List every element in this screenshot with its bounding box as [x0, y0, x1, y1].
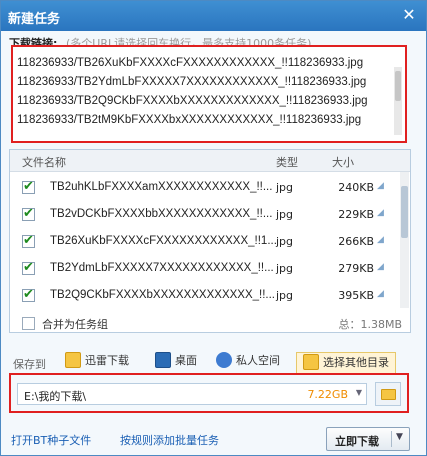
save-path-input[interactable]: E:\我的下载\ 7.22GB ▼ — [17, 383, 367, 405]
url-textarea[interactable]: 118236933/TB26XuKbFXXXXcFXXXXXXXXXXXX_!!… — [11, 45, 407, 143]
total-size: 总：1.38MB — [338, 318, 402, 331]
file-row[interactable]: ✔ TB2YdmLbFXXXXX7XXXXXXXXXXXX_!!... jpg … — [10, 256, 400, 282]
file-size: 240KB — [338, 181, 374, 194]
chevron-down-icon[interactable]: ▼ — [396, 432, 403, 442]
location-label: 迅雷下载 — [85, 354, 129, 367]
location-private-space[interactable]: 私人空间 — [216, 352, 280, 374]
file-name: TB26XuKbFXXXXcFXXXXXXXXXXXX_!!1... — [50, 235, 277, 247]
file-type: jpg — [276, 262, 294, 275]
new-task-dialog: 新建任务 ✕ 下载链接: (多个URL请选择回车换行，最多支持1000条任务) … — [0, 0, 427, 456]
download-now-button[interactable]: 立即下载 ▼ — [326, 427, 410, 451]
folder-icon — [381, 389, 396, 400]
thunder-folder-icon — [65, 352, 81, 368]
browse-folder-button[interactable] — [375, 382, 401, 406]
free-space: 7.22GB — [307, 388, 348, 401]
location-label: 选择其他目录 — [323, 356, 389, 369]
file-name: TB2Q9CKbFXXXXbXXXXXXXXXXXXX_!!... — [50, 289, 275, 301]
check-icon: ✔ — [23, 287, 34, 302]
url-scrollbar[interactable] — [394, 67, 402, 135]
dialog-title: 新建任务 — [8, 12, 61, 27]
file-checkbox[interactable]: ✔ — [22, 179, 35, 194]
file-row[interactable]: ✔ TB26XuKbFXXXXcFXXXXXXXXXXXX_!!1... jpg… — [10, 229, 400, 255]
file-type: jpg — [276, 181, 294, 194]
file-type: jpg — [276, 289, 294, 302]
column-type[interactable]: 类型 — [276, 154, 298, 170]
file-name: TB2vDCKbFXXXXbbXXXXXXXXXXXX_!!... — [50, 208, 273, 220]
file-name: TB2YdmLbFXXXXX7XXXXXXXXXXXX_!!... — [50, 262, 274, 274]
merge-checkbox[interactable] — [22, 317, 35, 330]
file-type: jpg — [276, 235, 294, 248]
resize-corner-icon: ◢ — [377, 235, 384, 245]
url-line: 118236933/TB2YdmLbFXXXXX7XXXXXXXXXXXX_!!… — [17, 76, 367, 88]
column-size[interactable]: 大小 — [332, 154, 354, 170]
file-size: 229KB — [338, 208, 374, 221]
resize-corner-icon: ◢ — [377, 208, 384, 218]
url-line: 118236933/TB2Q9CKbFXXXXbXXXXXXXXXXXXX_!!… — [17, 95, 368, 107]
merge-label[interactable]: 合并为任务组 — [42, 316, 108, 332]
resize-corner-icon: ◢ — [377, 289, 384, 299]
file-row[interactable]: ✔ TB2Q9CKbFXXXXbXXXXXXXXXXXXX_!!... jpg … — [10, 283, 400, 309]
check-icon: ✔ — [23, 233, 34, 248]
file-checkbox[interactable]: ✔ — [22, 287, 35, 302]
close-icon[interactable]: ✕ — [400, 5, 418, 25]
url-scrollbar-thumb[interactable] — [395, 71, 401, 101]
file-checkbox[interactable]: ✔ — [22, 233, 35, 248]
url-line: 118236933/TB26XuKbFXXXXcFXXXXXXXXXXXX_!!… — [17, 57, 364, 69]
open-bt-link[interactable]: 打开BT种子文件 — [11, 432, 91, 448]
file-size: 279KB — [338, 262, 374, 275]
check-icon: ✔ — [23, 206, 34, 221]
save-path-row: E:\我的下载\ 7.22GB ▼ — [9, 373, 409, 413]
file-row[interactable]: ✔ TB2uhKLbFXXXXamXXXXXXXXXXXX_!!... jpg … — [10, 175, 400, 201]
batch-add-link[interactable]: 按规则添加批量任务 — [120, 432, 219, 448]
location-label: 私人空间 — [236, 354, 280, 367]
check-icon: ✔ — [23, 260, 34, 275]
location-label: 桌面 — [175, 354, 197, 367]
save-to-label: 保存到 — [13, 358, 46, 371]
location-choose-other[interactable]: 选择其他目录 — [296, 352, 396, 374]
file-list: 文件名称 类型 大小 ✔ TB2uhKLbFXXXXamXXXXXXXXXXXX… — [9, 149, 411, 333]
chevron-down-icon[interactable]: ▼ — [356, 388, 362, 397]
save-path-value: E:\我的下载\ — [24, 390, 87, 403]
file-size: 266KB — [338, 235, 374, 248]
file-list-scrollbar-thumb[interactable] — [401, 186, 408, 238]
check-icon: ✔ — [23, 179, 34, 194]
resize-corner-icon: ◢ — [377, 181, 384, 191]
file-name: TB2uhKLbFXXXXamXXXXXXXXXXXX_!!... — [50, 181, 273, 193]
button-divider — [391, 431, 392, 447]
file-list-header: 文件名称 类型 大小 — [10, 150, 410, 172]
title-bar: 新建任务 ✕ — [1, 1, 426, 31]
resize-corner-icon: ◢ — [377, 262, 384, 272]
url-line: 118236933/TB2tM9KbFXXXXbxXXXXXXXXXXXX_!!… — [17, 114, 362, 126]
file-list-scrollbar[interactable] — [400, 172, 409, 308]
file-checkbox[interactable]: ✔ — [22, 260, 35, 275]
folder-icon — [303, 354, 319, 370]
download-now-label: 立即下载 — [335, 435, 379, 448]
file-row[interactable]: ✔ TB2vDCKbFXXXXbbXXXXXXXXXXXX_!!... jpg … — [10, 202, 400, 228]
desktop-icon — [155, 352, 171, 368]
location-thunder-download[interactable]: 迅雷下载 — [65, 352, 129, 374]
location-desktop[interactable]: 桌面 — [155, 352, 197, 374]
file-type: jpg — [276, 208, 294, 221]
file-size: 395KB — [338, 289, 374, 302]
private-space-icon — [216, 352, 232, 368]
column-name[interactable]: 文件名称 — [22, 154, 66, 170]
file-checkbox[interactable]: ✔ — [22, 206, 35, 221]
